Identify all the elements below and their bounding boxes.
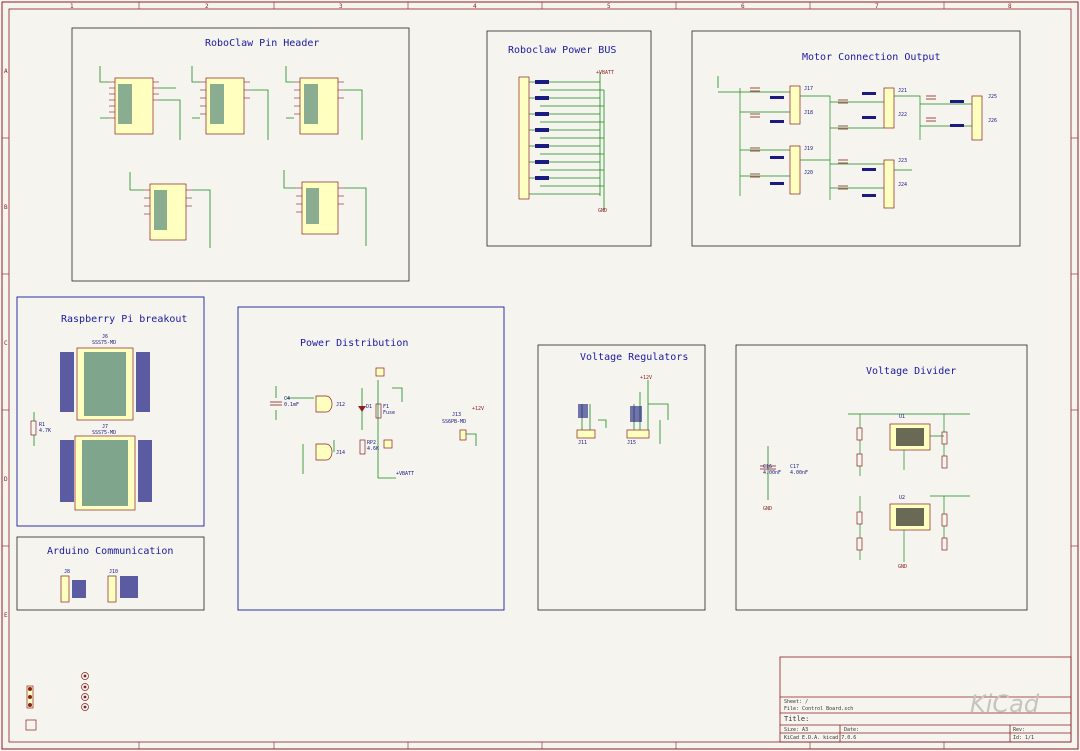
title-roboclaw-power-bus: Roboclaw Power BUS — [508, 45, 617, 56]
label-12v-reg: +12V — [640, 375, 653, 381]
label-j20: J20 — [804, 170, 814, 176]
mounting-holes — [25, 672, 89, 731]
label-j19: J19 — [804, 146, 814, 152]
ruler-col-3: 3 — [339, 3, 343, 10]
block-voltage-divider — [735, 344, 1028, 611]
ruler-col-1: 1 — [70, 3, 74, 10]
label-j26: J26 — [988, 118, 998, 124]
title-block-sheet: Sheet: / — [784, 699, 809, 705]
label-j21: J21 — [898, 88, 908, 94]
roboclaw-ic-1 — [99, 66, 181, 140]
ruler-col-7: 7 — [875, 3, 879, 10]
label-rp2-value: 4.6K — [367, 446, 380, 452]
ruler-row-d: D — [4, 476, 8, 483]
label-c17-value: 4.00nF — [790, 470, 809, 476]
label-j25: J25 — [988, 94, 998, 100]
label-j24: J24 — [898, 182, 908, 188]
label-j10: J10 — [109, 569, 119, 575]
title-block-kicad: KiCad E.D.A. kicad 7.0.6 — [784, 735, 857, 741]
label-j23: J23 — [898, 158, 908, 164]
title-block-id: Id: 1/1 — [1013, 735, 1035, 741]
label-vbatt-bus: +VBATT — [596, 70, 615, 76]
roboclaw-ic-5 — [283, 170, 367, 246]
title-block-date: Date: — [844, 727, 860, 733]
roboclaw-ic-3 — [285, 66, 363, 140]
ruler-col-8: 8 — [1008, 3, 1012, 10]
title-voltage-regulators: Voltage Regulators — [580, 352, 689, 363]
label-12v-pd: +12V — [472, 406, 485, 412]
label-gnd-div: GND — [763, 506, 773, 512]
arduino-connectors — [60, 575, 138, 603]
label-vbatt: +VBATT — [396, 471, 415, 477]
power-bus-connector — [518, 72, 605, 210]
label-j13: J13 — [452, 412, 462, 418]
ruler-col-2: 2 — [205, 3, 209, 10]
ruler-col-6: 6 — [741, 3, 745, 10]
title-raspberry-pi-breakout: Raspberry Pi breakout — [61, 314, 188, 325]
label-j7-value: SSS75-MD — [92, 430, 117, 436]
title-block-rev: Rev: — [1013, 727, 1026, 733]
label-f1-value: Fuse — [383, 410, 396, 416]
ruler-row-c: C — [4, 340, 8, 347]
voltage-regulator-circuits — [576, 380, 669, 444]
label-u2: U2 — [899, 495, 906, 501]
label-gnd-div2: GND — [898, 564, 908, 570]
block-power-distribution — [237, 306, 505, 611]
label-j17: J17 — [804, 86, 814, 92]
ruler-col-4: 4 — [473, 3, 477, 10]
label-j8: J8 — [64, 569, 71, 575]
label-c16-value: 4.00nF — [763, 470, 782, 476]
title-motor-connection-output: Motor Connection Output — [802, 52, 941, 63]
label-c4-value: 0.1mF — [284, 402, 300, 408]
title-arduino-communication: Arduino Communication — [47, 546, 174, 557]
title-block-size: Size: A3 — [784, 727, 809, 733]
title-power-distribution: Power Distribution — [300, 338, 409, 349]
ruler-row-e: E — [4, 612, 8, 619]
label-d1: D1 — [366, 404, 373, 410]
label-r1-value: 4.7K — [39, 428, 52, 434]
block-roboclaw-power-bus — [486, 30, 652, 247]
title-voltage-divider: Voltage Divider — [866, 366, 957, 377]
kicad-watermark: KiCad — [970, 690, 1040, 718]
ruler-col-5: 5 — [607, 3, 611, 10]
label-j11: J11 — [578, 440, 588, 446]
voltage-divider-circuit — [760, 413, 970, 562]
ruler-row-b: B — [4, 204, 8, 211]
label-j14: J14 — [336, 450, 346, 456]
label-gnd-bus: GND — [598, 208, 608, 214]
label-j13-value: SS6PB-MD — [442, 419, 467, 425]
label-j6-value: SSS75-MD — [92, 340, 117, 346]
label-j12: J12 — [336, 402, 346, 408]
roboclaw-ic-4 — [129, 172, 211, 248]
block-voltage-regulators — [537, 344, 706, 611]
label-j18: J18 — [804, 110, 814, 116]
label-j22: J22 — [898, 112, 908, 118]
block-motor-connection-output — [691, 30, 1021, 247]
title-block-title: Title: — [784, 715, 810, 723]
title-block-file: File: Control Board.sch — [784, 706, 854, 712]
block-roboclaw-pin-header — [71, 27, 410, 282]
motor-output-circuits — [717, 76, 983, 209]
label-u1: U1 — [899, 414, 906, 420]
title-roboclaw-pin-header: RoboClaw Pin Header — [205, 38, 320, 49]
roboclaw-ic-2 — [191, 66, 269, 140]
ruler-row-a: A — [4, 68, 8, 75]
label-j15: J15 — [627, 440, 637, 446]
